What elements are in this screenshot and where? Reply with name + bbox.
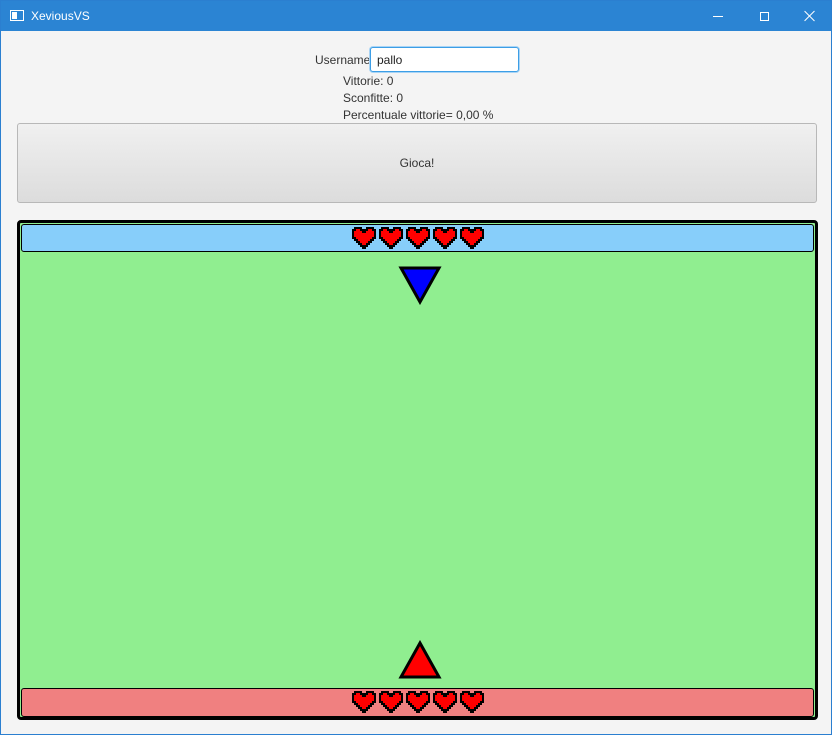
game-field[interactable] [17, 220, 818, 720]
close-icon [804, 10, 816, 22]
player-hearts [351, 691, 485, 714]
player-ship [398, 640, 442, 679]
maximize-icon [759, 11, 769, 21]
app-window: XeviousVS Username Vittorie: 0 Sconfitte… [0, 0, 832, 735]
losses-stat: Sconfitte: 0 [343, 91, 404, 105]
player-lives-bar [21, 688, 814, 717]
heart-icon [460, 227, 484, 249]
heart-icon [406, 227, 430, 249]
triangle-up-icon [398, 640, 442, 679]
heart-icon [433, 691, 457, 713]
username-input[interactable] [370, 47, 519, 72]
enemy-lives-bar [21, 224, 814, 252]
minimize-button[interactable] [695, 1, 741, 31]
heart-icon [379, 691, 403, 713]
heart-icon [379, 227, 403, 249]
heart-icon [433, 227, 457, 249]
heart-icon [352, 691, 376, 713]
heart-icon [406, 691, 430, 713]
heart-icon [460, 691, 484, 713]
wins-stat: Vittorie: 0 [343, 74, 394, 88]
close-button[interactable] [787, 1, 832, 31]
maximize-button[interactable] [741, 1, 787, 31]
username-label: Username [315, 53, 371, 67]
title-bar[interactable]: XeviousVS [1, 1, 831, 31]
window-title: XeviousVS [31, 9, 90, 23]
minimize-icon [713, 15, 723, 17]
enemy-hearts [351, 227, 485, 250]
win-percentage-stat: Percentuale vittorie= 0,00 % [343, 108, 494, 122]
triangle-down-icon [398, 266, 442, 305]
heart-icon [352, 227, 376, 249]
play-button[interactable]: Gioca! [17, 123, 817, 203]
app-icon [10, 10, 24, 21]
enemy-ship [398, 266, 442, 305]
